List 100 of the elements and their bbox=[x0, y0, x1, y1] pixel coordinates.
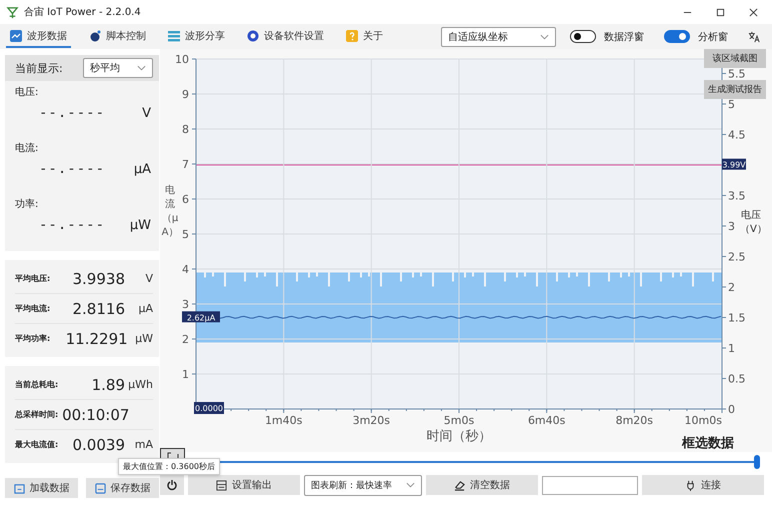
y-tick-label: 7 bbox=[182, 158, 189, 171]
ball-icon bbox=[89, 30, 101, 42]
select-data-label[interactable]: 框选数据 bbox=[682, 434, 734, 452]
x-tick-label: 3m20s bbox=[352, 414, 390, 427]
x-tick-label: 8m20s bbox=[616, 414, 654, 427]
x-tick-label: 1m40s bbox=[264, 414, 302, 427]
eraser-icon bbox=[454, 480, 465, 490]
translate-icon[interactable] bbox=[748, 30, 760, 42]
tab[interactable]: 关于 bbox=[342, 26, 387, 48]
x-tick-label: 5m0s bbox=[444, 414, 474, 427]
chart-action-button[interactable]: 该区域截图 bbox=[704, 49, 766, 68]
right-axis-title: 电压（V） bbox=[740, 209, 762, 237]
connect-button[interactable]: 连接 bbox=[642, 475, 764, 495]
chart-icon bbox=[10, 30, 22, 42]
stat-unit: µA bbox=[137, 302, 153, 315]
chevron-icon bbox=[540, 34, 549, 40]
reading-value: --.---- bbox=[39, 105, 106, 121]
y-tick-label: 8 bbox=[182, 123, 189, 136]
toggle-switch[interactable] bbox=[664, 30, 690, 43]
stat-unit: V bbox=[144, 272, 153, 285]
stat-unit: µW bbox=[134, 332, 153, 345]
y-tick-label: 10 bbox=[175, 53, 189, 66]
reading-value: --.---- bbox=[39, 217, 106, 233]
stat-value: 3.9938 bbox=[72, 270, 125, 288]
current-cursor-label: 2.62µA bbox=[182, 311, 220, 322]
reading-unit: µA bbox=[134, 162, 151, 177]
load-data-button[interactable]: 加载数据 bbox=[5, 478, 78, 498]
y-tick-label: 1.5 bbox=[728, 312, 746, 324]
reading-label: 电压: bbox=[15, 86, 40, 99]
help-icon bbox=[346, 30, 358, 42]
x-tick-label: 6m40s bbox=[528, 414, 566, 427]
reading-value: --.---- bbox=[39, 161, 106, 177]
stat-unit: µWh bbox=[127, 378, 153, 391]
power-icon bbox=[166, 479, 178, 491]
chevron-icon bbox=[406, 482, 415, 488]
stat-unit: mA bbox=[134, 438, 153, 451]
stat-label: 平均功率: bbox=[15, 333, 52, 344]
stat-value: 1.89 bbox=[90, 376, 125, 394]
reading-label: 电流: bbox=[15, 142, 40, 155]
output-settings-button[interactable]: 设置输出 bbox=[188, 475, 300, 495]
tab[interactable]: 脚本控制 bbox=[85, 26, 150, 48]
clear-data-button[interactable]: 清空数据 bbox=[426, 475, 538, 495]
origin-cursor-label: 0.0000 bbox=[194, 402, 224, 414]
refresh-rate-dropdown[interactable]: 图表刷新：最快速率 bbox=[304, 474, 422, 496]
stat-label: 当前总耗电: bbox=[15, 379, 60, 390]
chevron-icon bbox=[137, 65, 146, 71]
maximize-icon[interactable] bbox=[716, 8, 725, 16]
input-field[interactable] bbox=[542, 476, 638, 494]
save-data-button[interactable]: 保存数据 bbox=[86, 478, 159, 498]
y-axis-title: 电流（µA） bbox=[161, 184, 179, 240]
window-title: 合宙 IoT Power - 2.2.0.4 bbox=[24, 6, 141, 19]
y-tick-label: 3 bbox=[182, 298, 189, 311]
display-mode-dropdown[interactable]: 秒平均 bbox=[83, 58, 153, 78]
stat-label: 总采样时间: bbox=[15, 409, 60, 420]
y-tick-label: 5.5 bbox=[728, 68, 746, 80]
stat-value: 2.8116 bbox=[72, 300, 125, 318]
toggle-label: 分析窗 bbox=[698, 30, 728, 44]
settings-icon bbox=[247, 30, 259, 42]
toggle-label: 数据浮窗 bbox=[604, 30, 644, 44]
plug-icon bbox=[685, 480, 696, 490]
output-icon bbox=[216, 480, 227, 490]
y-tick-label: 1 bbox=[182, 368, 189, 381]
tab[interactable]: 波形分享 bbox=[164, 26, 229, 48]
tab[interactable]: 波形数据 bbox=[6, 26, 71, 48]
axis-mode-dropdown[interactable]: 自适应纵坐标 bbox=[441, 26, 556, 46]
chart-action-button[interactable]: 生成测试报告 bbox=[704, 80, 766, 99]
y-tick-label: 3.5 bbox=[728, 190, 746, 202]
stat-value: 0.0039 bbox=[72, 436, 125, 454]
save-icon bbox=[94, 482, 106, 494]
y-tick-label: 2.5 bbox=[728, 250, 746, 264]
reading-label: 功率: bbox=[15, 198, 40, 211]
y-tick-label: 0 bbox=[728, 403, 735, 416]
tooltip: 最大值位置：0.3600秒后 bbox=[118, 458, 220, 475]
y-tick-label: 9 bbox=[182, 88, 189, 101]
x-axis-title: 时间（秒） bbox=[426, 429, 492, 444]
y-tick-label: 2 bbox=[182, 333, 189, 346]
y-tick-label: 0.5 bbox=[728, 372, 746, 386]
display-label: 当前显示: bbox=[15, 60, 63, 76]
power-button[interactable] bbox=[160, 475, 184, 495]
y-tick-label: 5 bbox=[182, 228, 189, 241]
reading-unit: µW bbox=[130, 218, 151, 233]
stat-label: 平均电压: bbox=[15, 273, 52, 284]
close-icon[interactable] bbox=[749, 8, 758, 16]
toggle-switch[interactable] bbox=[570, 30, 596, 43]
y-tick-label: 6 bbox=[182, 193, 189, 206]
stat-value: 11.2291 bbox=[66, 330, 128, 348]
list-icon bbox=[168, 30, 180, 42]
voltage-cursor-label: 3.99V bbox=[722, 158, 746, 170]
tab[interactable]: 设备软件设置 bbox=[243, 26, 328, 48]
stat-label: 平均电流: bbox=[15, 303, 52, 314]
y-tick-label: 5 bbox=[728, 98, 735, 111]
x-tick-label: 10m0s bbox=[684, 414, 722, 427]
y-tick-label: 4 bbox=[182, 263, 189, 276]
y-tick-label: 4.5 bbox=[728, 128, 746, 142]
stat-value: 00:10:07 bbox=[62, 406, 130, 424]
y-tick-label: 1 bbox=[728, 342, 735, 355]
reading-unit: V bbox=[142, 106, 151, 121]
y-tick-label: 2 bbox=[728, 281, 735, 294]
y-tick-label: 3 bbox=[728, 220, 735, 233]
stat-label: 最大电流值: bbox=[15, 439, 60, 450]
